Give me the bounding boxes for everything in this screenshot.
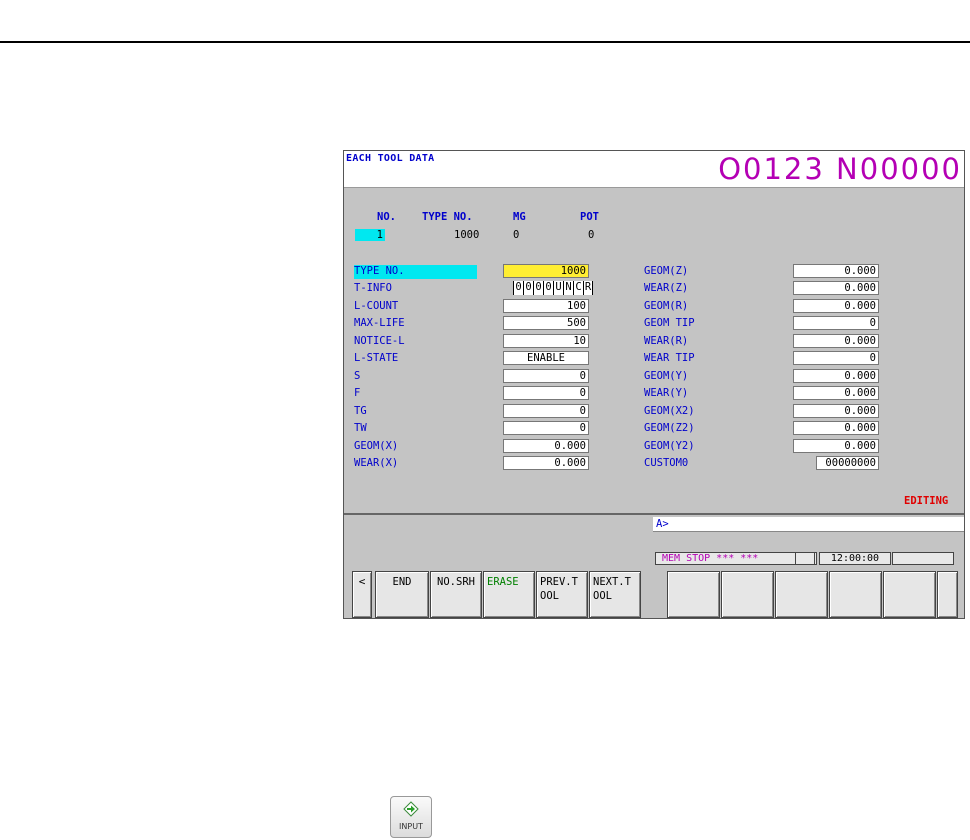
mg-value: 0 (513, 229, 520, 241)
mode-indicator: EDITING (904, 495, 949, 507)
clock: 12:00:00 (819, 552, 891, 565)
param-value-max-life[interactable]: 500 (503, 316, 589, 330)
softkey-blank[interactable] (775, 571, 828, 618)
header-label-mg: MG (513, 211, 526, 223)
param-value-geom-z2[interactable]: 0.000 (793, 421, 879, 435)
param-label-t-info: T-INFO (354, 282, 392, 294)
type-no-value: 1000 (454, 229, 480, 241)
param-label-wear-y: WEAR(Y) (644, 387, 689, 399)
param-value-tg[interactable]: 0 (503, 404, 589, 418)
param-label-geom-z2: GEOM(Z2) (644, 422, 695, 434)
param-value-geom-x[interactable]: 0.000 (503, 439, 589, 453)
param-label-geom-x: GEOM(X) (354, 440, 399, 452)
param-label-geom-tip: GEOM TIP (644, 317, 695, 329)
status-cell (795, 552, 815, 565)
param-label-l-state: L-STATE (354, 352, 399, 364)
param-value-t-info[interactable]: 0 0 0 0 U N C R (513, 281, 593, 295)
t-info-bit: U (553, 281, 563, 295)
param-value-wear-y[interactable]: 0.000 (793, 386, 879, 400)
t-info-bit: 0 (543, 281, 553, 295)
status-bar: MEM STOP *** *** (655, 552, 817, 565)
softkey-end[interactable]: END (375, 571, 429, 618)
param-value-s[interactable]: 0 (503, 369, 589, 383)
input-key-label: INPUT (399, 822, 423, 831)
param-label-type-no: TYPE NO. (354, 265, 477, 279)
softkey-next-tool[interactable]: NEXT.T OOL (589, 571, 641, 618)
param-label-geom-y2: GEOM(Y2) (644, 440, 695, 452)
t-info-bit: R (583, 281, 593, 295)
param-label-tw: TW (354, 422, 367, 434)
input-arrow-icon (403, 801, 419, 817)
input-key[interactable]: INPUT (390, 796, 432, 838)
param-label-f: F (354, 387, 361, 399)
softkey-blank[interactable] (721, 571, 774, 618)
pot-value: 0 (588, 229, 595, 241)
param-value-geom-tip[interactable]: 0 (793, 316, 879, 330)
softkey-prev-tool[interactable]: PREV.T OOL (536, 571, 588, 618)
header-label-no: NO. (377, 211, 396, 223)
softkey-blank[interactable] (667, 571, 720, 618)
param-value-geom-y[interactable]: 0.000 (793, 369, 879, 383)
param-value-l-state[interactable]: ENABLE (503, 351, 589, 365)
param-value-l-count[interactable]: 100 (503, 299, 589, 313)
param-label-custom0: CUSTOM0 (644, 457, 689, 469)
param-value-custom0[interactable]: 00000000 (816, 456, 879, 470)
param-label-tg: TG (354, 405, 367, 417)
param-label-geom-x2: GEOM(X2) (644, 405, 695, 417)
param-value-f[interactable]: 0 (503, 386, 589, 400)
param-value-wear-x[interactable]: 0.000 (503, 456, 589, 470)
param-value-notice-l[interactable]: 10 (503, 334, 589, 348)
softkey-blank[interactable] (829, 571, 882, 618)
softkey-erase[interactable]: ERASE (483, 571, 535, 618)
param-label-geom-r: GEOM(R) (644, 300, 689, 312)
param-label-s: S (354, 370, 361, 382)
softkey-no-srh[interactable]: NO.SRH (430, 571, 482, 618)
param-value-geom-z[interactable]: 0.000 (793, 264, 879, 278)
param-value-geom-r[interactable]: 0.000 (793, 299, 879, 313)
screen-title: EACH TOOL DATA (346, 153, 435, 164)
param-value-wear-z[interactable]: 0.000 (793, 281, 879, 295)
param-label-geom-z: GEOM(Z) (644, 265, 689, 277)
param-label-max-life: MAX-LIFE (354, 317, 405, 329)
t-info-bit: 0 (513, 281, 523, 295)
screen-header: EACH TOOL DATA O0123 N00000 (344, 151, 964, 188)
t-info-bit: 0 (523, 281, 533, 295)
param-label-l-count: L-COUNT (354, 300, 399, 312)
param-label-wear-tip: WEAR TIP (644, 352, 695, 364)
softkey-blank[interactable] (883, 571, 936, 618)
param-label-wear-x: WEAR(X) (354, 457, 399, 469)
t-info-bit: C (573, 281, 583, 295)
param-label-geom-y: GEOM(Y) (644, 370, 689, 382)
status-cell (892, 552, 954, 565)
param-label-notice-l: NOTICE-L (354, 335, 405, 347)
program-number: O0123 N00000 (718, 152, 962, 186)
param-value-wear-tip[interactable]: 0 (793, 351, 879, 365)
tool-no-value[interactable]: 1 (355, 229, 385, 241)
param-value-wear-r[interactable]: 0.000 (793, 334, 879, 348)
param-value-geom-y2[interactable]: 0.000 (793, 439, 879, 453)
page-header-rule (0, 41, 970, 43)
header-label-pot: POT (580, 211, 599, 223)
param-value-tw[interactable]: 0 (503, 421, 589, 435)
header-label-type-no: TYPE NO. (422, 211, 473, 223)
softkey-next-arrow[interactable] (937, 571, 958, 618)
t-info-bit: 0 (533, 281, 543, 295)
screen-bottom-panel: A> MEM STOP *** *** 12:00:00 < END NO.SR… (344, 513, 964, 618)
softkey-prev-arrow[interactable]: < (352, 571, 372, 618)
param-label-wear-z: WEAR(Z) (644, 282, 689, 294)
param-value-type-no[interactable]: 1000 (503, 264, 589, 278)
cnc-screen: EACH TOOL DATA O0123 N00000 NO. TYPE NO.… (343, 150, 965, 619)
param-label-wear-r: WEAR(R) (644, 335, 689, 347)
param-value-geom-x2[interactable]: 0.000 (793, 404, 879, 418)
key-input-line[interactable]: A> (653, 517, 964, 532)
t-info-bit: N (563, 281, 573, 295)
